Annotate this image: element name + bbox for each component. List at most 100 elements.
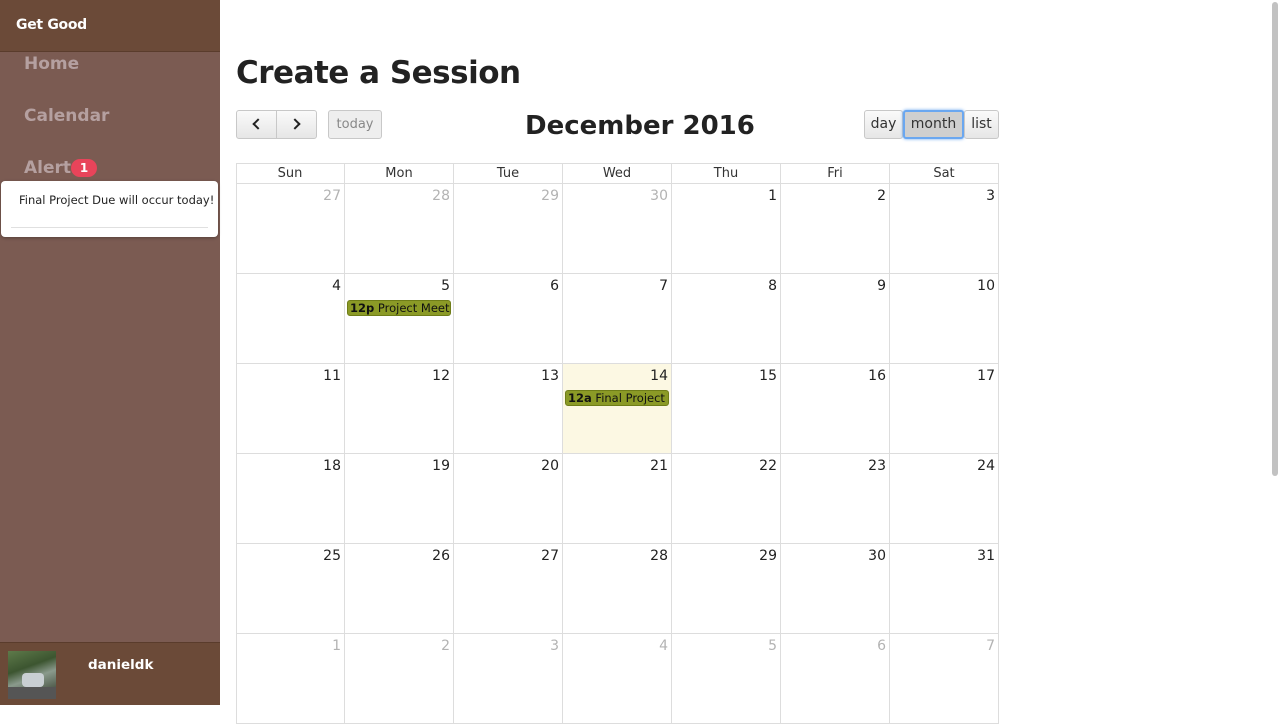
day-number[interactable]: 1 xyxy=(768,188,777,204)
day-number[interactable]: 2 xyxy=(441,638,450,654)
day-number[interactable]: 27 xyxy=(541,548,559,564)
day-number[interactable]: 31 xyxy=(977,548,995,564)
day-cell[interactable]: 25 xyxy=(236,544,345,634)
day-number[interactable]: 13 xyxy=(541,368,559,384)
day-cell[interactable]: 28 xyxy=(563,544,672,634)
day-number[interactable]: 14 xyxy=(650,368,668,384)
day-number[interactable]: 24 xyxy=(977,458,995,474)
avatar[interactable] xyxy=(8,651,56,699)
day-number[interactable]: 25 xyxy=(323,548,341,564)
day-number[interactable]: 3 xyxy=(986,188,995,204)
day-number[interactable]: 6 xyxy=(877,638,886,654)
day-cell[interactable]: 22 xyxy=(672,454,781,544)
day-number[interactable]: 7 xyxy=(659,278,668,294)
scrollbar-thumb[interactable] xyxy=(1272,2,1278,476)
day-cell[interactable]: 29 xyxy=(454,184,563,274)
day-cell[interactable]: 9 xyxy=(781,274,890,364)
day-cell[interactable]: 5 12p Project Meet up xyxy=(345,274,454,364)
day-cell[interactable]: 3 xyxy=(454,634,563,724)
day-number[interactable]: 15 xyxy=(759,368,777,384)
day-number[interactable]: 16 xyxy=(868,368,886,384)
day-number[interactable]: 8 xyxy=(768,278,777,294)
calendar-event[interactable]: 12p Project Meet up xyxy=(347,300,451,316)
day-cell[interactable]: 20 xyxy=(454,454,563,544)
day-cell[interactable]: 30 xyxy=(781,544,890,634)
page-scrollbar[interactable] xyxy=(1270,0,1280,705)
day-cell-today[interactable]: 14 12a Final Project Due xyxy=(563,364,672,454)
day-number[interactable]: 6 xyxy=(550,278,559,294)
day-number[interactable]: 30 xyxy=(868,548,886,564)
view-day-button[interactable]: day xyxy=(864,110,903,139)
day-number[interactable]: 30 xyxy=(650,188,668,204)
day-number[interactable]: 7 xyxy=(986,638,995,654)
day-cell[interactable]: 10 xyxy=(890,274,999,364)
day-number[interactable]: 28 xyxy=(650,548,668,564)
day-cell[interactable]: 27 xyxy=(454,544,563,634)
day-number[interactable]: 19 xyxy=(432,458,450,474)
day-cell[interactable]: 29 xyxy=(672,544,781,634)
day-cell[interactable]: 12 xyxy=(345,364,454,454)
view-list-button[interactable]: list xyxy=(964,110,999,139)
view-month-button[interactable]: month xyxy=(903,110,964,139)
day-number[interactable]: 10 xyxy=(977,278,995,294)
prev-month-button[interactable] xyxy=(236,110,277,139)
day-number[interactable]: 5 xyxy=(441,278,450,294)
day-cell[interactable]: 13 xyxy=(454,364,563,454)
day-number[interactable]: 1 xyxy=(332,638,341,654)
calendar-event[interactable]: 12a Final Project Due xyxy=(565,390,669,406)
day-cell[interactable]: 7 xyxy=(890,634,999,724)
day-number[interactable]: 18 xyxy=(323,458,341,474)
day-cell[interactable]: 2 xyxy=(781,184,890,274)
day-number[interactable]: 17 xyxy=(977,368,995,384)
day-cell[interactable]: 11 xyxy=(236,364,345,454)
day-number[interactable]: 20 xyxy=(541,458,559,474)
day-cell[interactable]: 3 xyxy=(890,184,999,274)
next-month-button[interactable] xyxy=(276,110,317,139)
day-cell[interactable]: 6 xyxy=(781,634,890,724)
today-button[interactable]: today xyxy=(328,110,382,139)
day-number[interactable]: 29 xyxy=(541,188,559,204)
day-number[interactable]: 27 xyxy=(323,188,341,204)
day-cell[interactable]: 8 xyxy=(672,274,781,364)
day-cell[interactable]: 19 xyxy=(345,454,454,544)
day-number[interactable]: 9 xyxy=(877,278,886,294)
day-cell[interactable]: 4 xyxy=(563,634,672,724)
day-number[interactable]: 5 xyxy=(768,638,777,654)
day-cell[interactable]: 27 xyxy=(236,184,345,274)
day-number[interactable]: 21 xyxy=(650,458,668,474)
day-number[interactable]: 26 xyxy=(432,548,450,564)
day-number[interactable]: 11 xyxy=(323,368,341,384)
nav-item-home[interactable]: Home xyxy=(24,54,79,74)
day-cell[interactable]: 1 xyxy=(236,634,345,724)
day-number[interactable]: 2 xyxy=(877,188,886,204)
day-cell[interactable]: 31 xyxy=(890,544,999,634)
username[interactable]: danieldk xyxy=(88,657,153,673)
day-cell[interactable]: 7 xyxy=(563,274,672,364)
day-number[interactable]: 4 xyxy=(659,638,668,654)
day-cell[interactable]: 17 xyxy=(890,364,999,454)
day-number[interactable]: 12 xyxy=(432,368,450,384)
day-number[interactable]: 28 xyxy=(432,188,450,204)
day-cell[interactable]: 5 xyxy=(672,634,781,724)
day-cell[interactable]: 2 xyxy=(345,634,454,724)
day-cell[interactable]: 30 xyxy=(563,184,672,274)
day-number[interactable]: 4 xyxy=(332,278,341,294)
brand-logo[interactable]: Get Good xyxy=(16,17,87,33)
day-cell[interactable]: 16 xyxy=(781,364,890,454)
day-number[interactable]: 3 xyxy=(550,638,559,654)
day-cell[interactable]: 21 xyxy=(563,454,672,544)
day-cell[interactable]: 18 xyxy=(236,454,345,544)
day-cell[interactable]: 26 xyxy=(345,544,454,634)
alert-message[interactable]: Final Project Due will occur today! xyxy=(19,193,214,207)
nav-item-calendar[interactable]: Calendar xyxy=(24,106,109,126)
day-cell[interactable]: 24 xyxy=(890,454,999,544)
day-cell[interactable]: 15 xyxy=(672,364,781,454)
day-cell[interactable]: 23 xyxy=(781,454,890,544)
day-cell[interactable]: 6 xyxy=(454,274,563,364)
day-cell[interactable]: 28 xyxy=(345,184,454,274)
day-number[interactable]: 29 xyxy=(759,548,777,564)
day-number[interactable]: 23 xyxy=(868,458,886,474)
day-number[interactable]: 22 xyxy=(759,458,777,474)
day-cell[interactable]: 4 xyxy=(236,274,345,364)
day-cell[interactable]: 1 xyxy=(672,184,781,274)
